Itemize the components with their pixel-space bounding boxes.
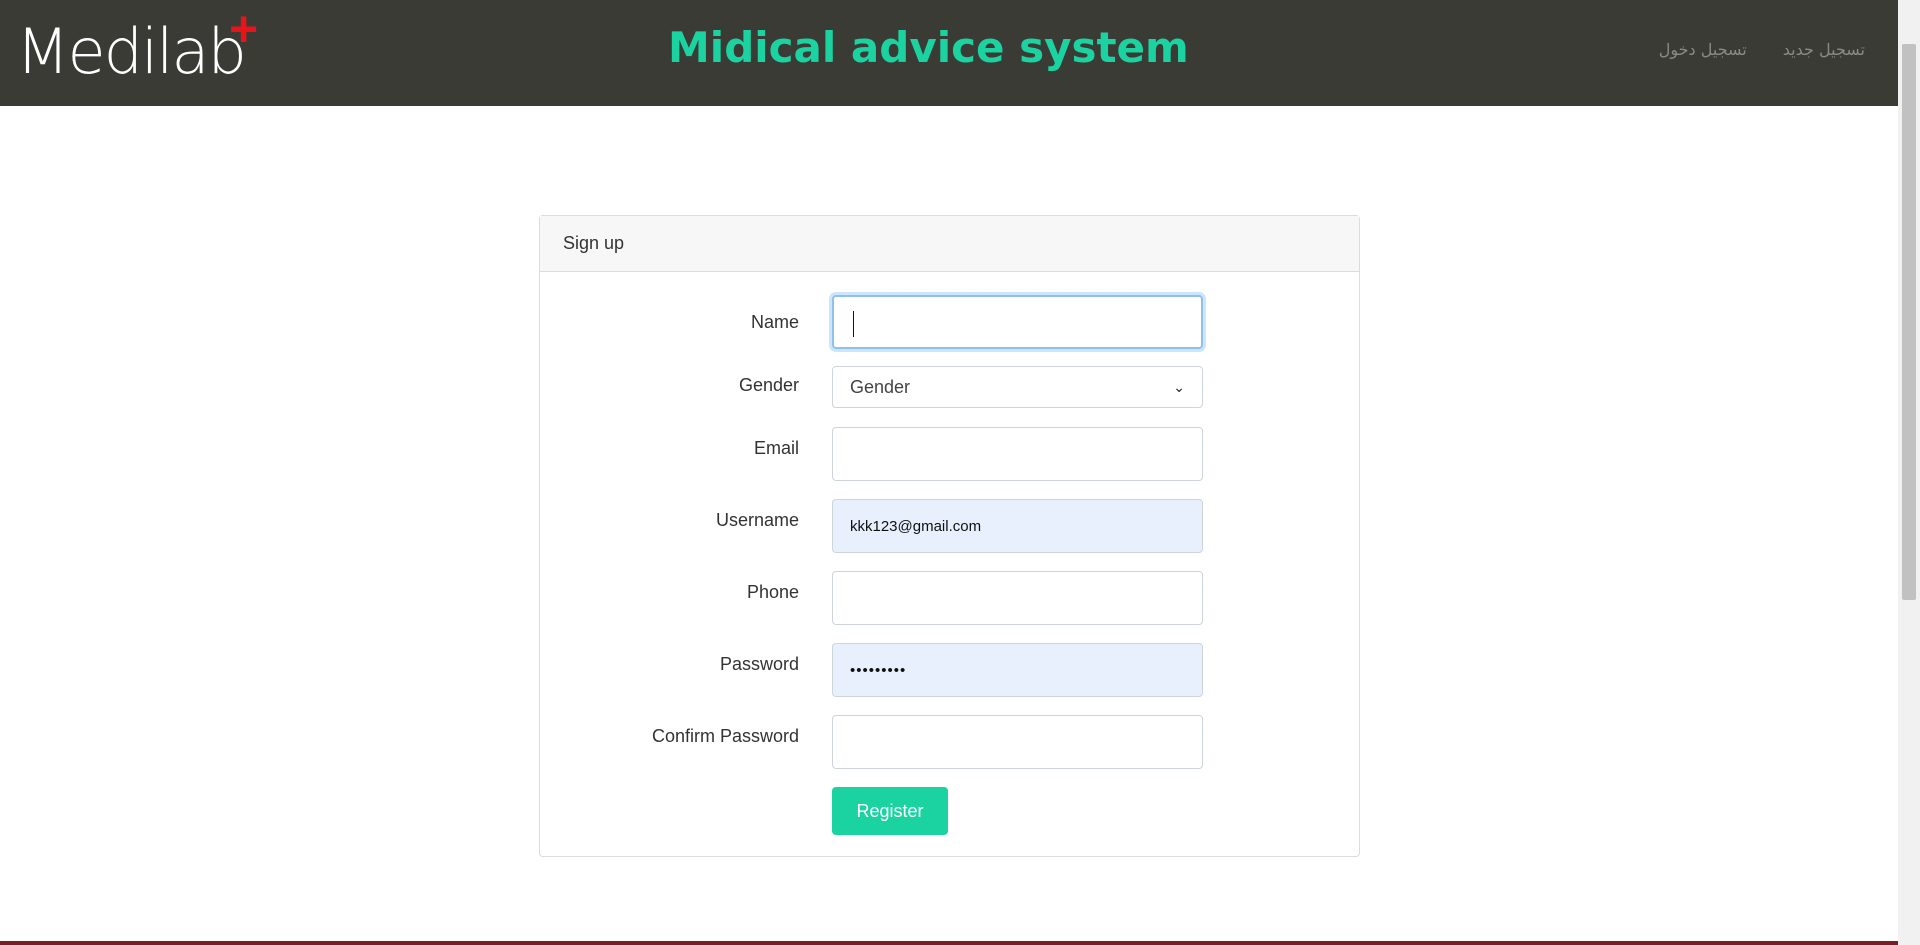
phone-label: Phone (746, 582, 799, 602)
username-value: kkk123@gmail.com (850, 517, 982, 535)
gender-label: Gender (738, 375, 799, 395)
nav-links: تسجيل جديد تسجيل دخول (1659, 40, 1865, 59)
card-title: Sign up (563, 233, 625, 253)
password-input[interactable]: ••••••••• (832, 643, 1203, 697)
password-label: Password (719, 654, 799, 674)
username-input[interactable]: kkk123@gmail.com (832, 499, 1203, 553)
nav-link-login[interactable]: تسجيل دخول (1659, 40, 1747, 59)
page-scrollbar[interactable] (1898, 0, 1920, 945)
register-button[interactable]: Register (832, 787, 948, 835)
email-input[interactable] (832, 427, 1203, 481)
brand-name: Medilab (16, 15, 247, 88)
name-input[interactable] (832, 295, 1203, 349)
password-value: ••••••••• (850, 661, 907, 679)
card-header: Sign up (540, 216, 1359, 272)
nav-link-register[interactable]: تسجيل جديد (1783, 40, 1865, 59)
gender-select[interactable]: Gender ⌄ (832, 366, 1203, 408)
chevron-down-icon: ⌄ (1173, 378, 1185, 395)
email-label: Email (753, 438, 799, 458)
name-label: Name (750, 312, 799, 332)
top-navbar: Medilab + Midical advice system تسجيل جد… (0, 0, 1898, 106)
confirm-password-label: Confirm Password (651, 726, 799, 746)
brand-logo[interactable]: Medilab + (16, 4, 258, 92)
footer-edge (0, 941, 1898, 945)
username-label: Username (715, 510, 799, 530)
brand-plus-icon: + (229, 1, 259, 57)
text-caret (853, 311, 854, 337)
site-title: Midical advice system (668, 23, 1189, 72)
signup-card: Sign up Name Gender Gender ⌄ Email Usern… (539, 215, 1360, 857)
scrollbar-thumb[interactable] (1902, 44, 1916, 600)
confirm-password-input[interactable] (832, 715, 1203, 769)
gender-select-value: Gender (850, 376, 911, 397)
phone-input[interactable] (832, 571, 1203, 625)
